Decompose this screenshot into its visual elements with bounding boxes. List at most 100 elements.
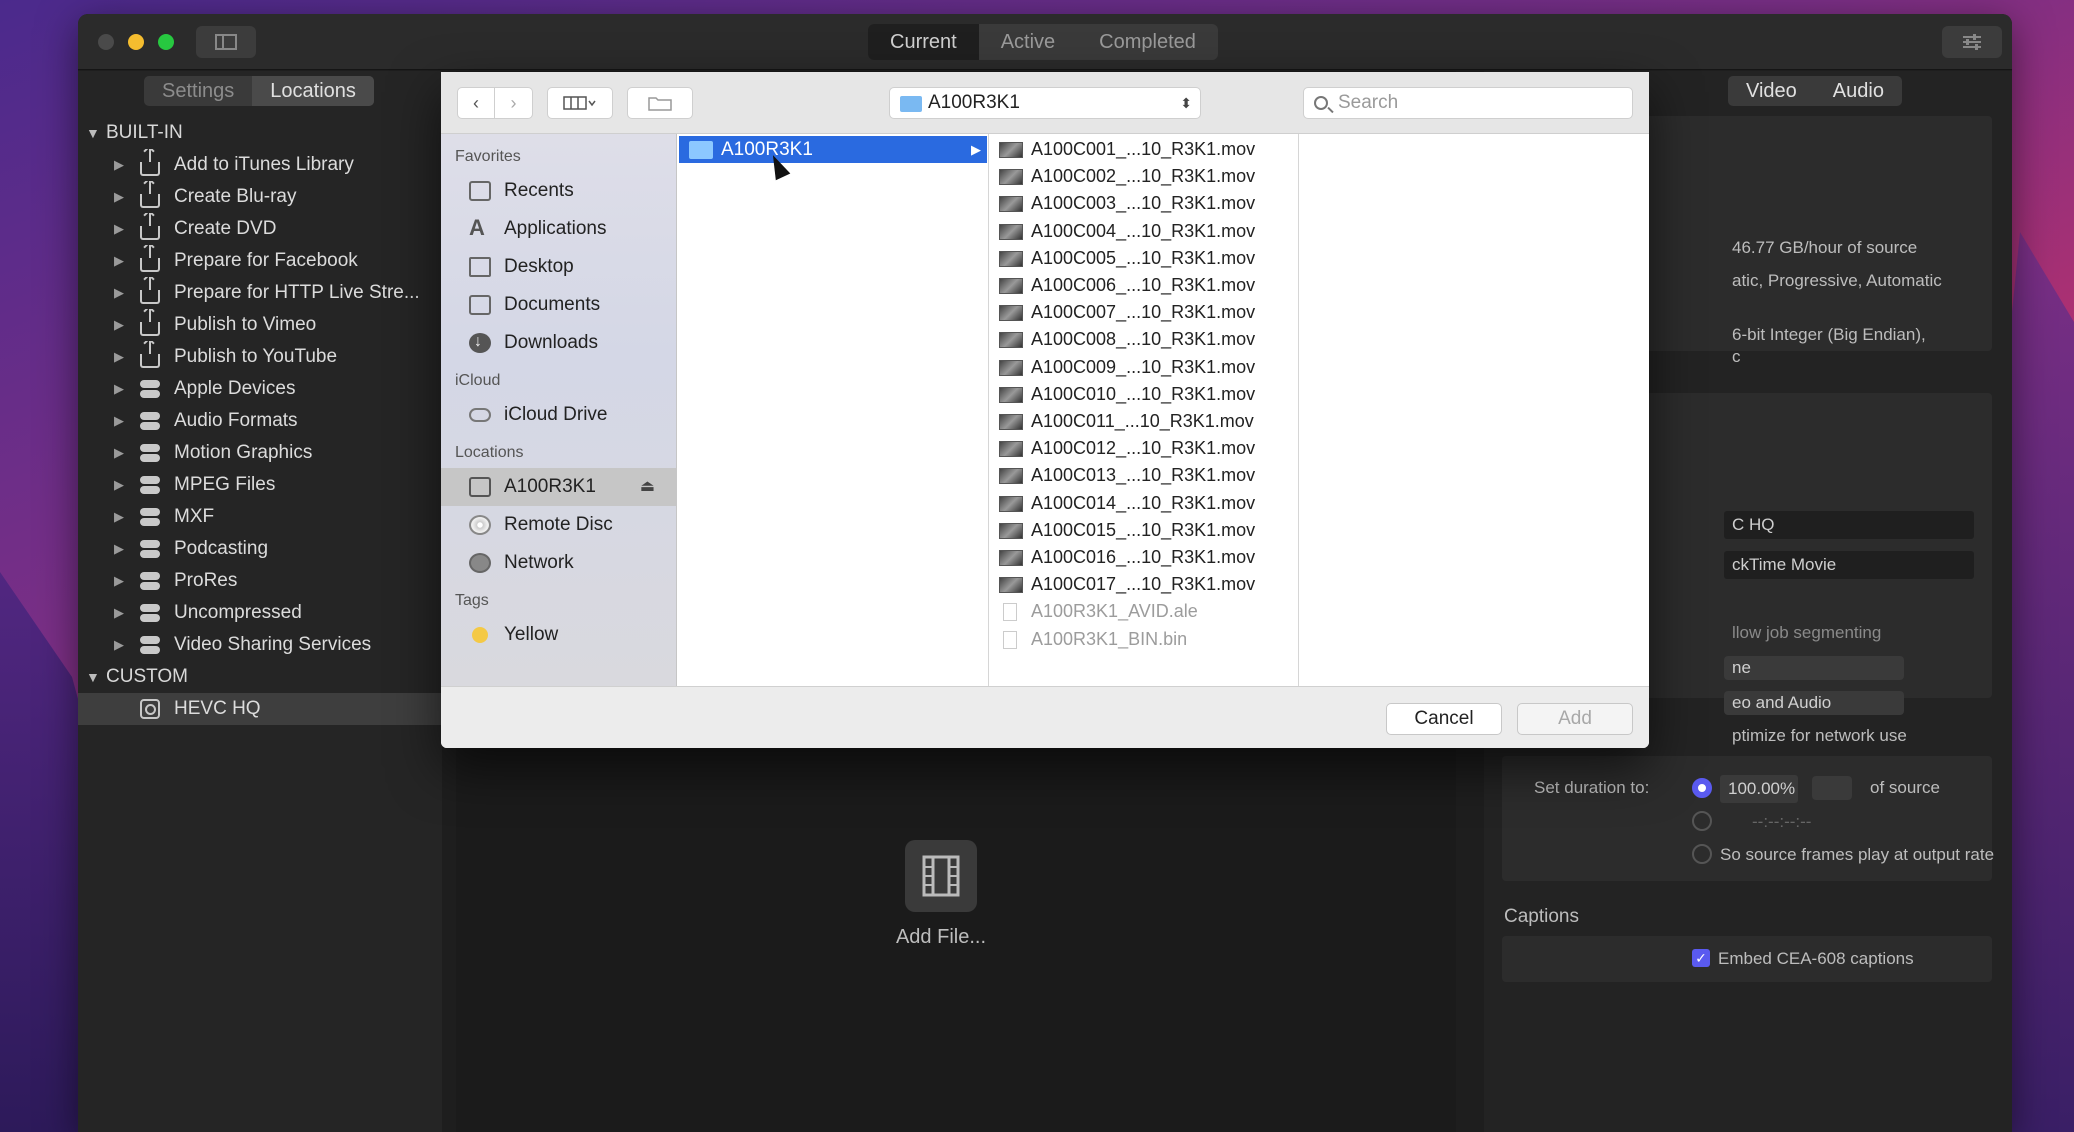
- setting-item[interactable]: ▶ Prepare for Facebook: [78, 245, 442, 277]
- tab-active[interactable]: Active: [979, 24, 1077, 60]
- minimize-window-button[interactable]: [128, 34, 144, 50]
- disclosure-right-icon[interactable]: ▶: [114, 309, 124, 341]
- sidebar-item-a100r3k1[interactable]: A100R3K1 ⏏: [441, 468, 677, 506]
- back-button[interactable]: ‹: [457, 87, 495, 119]
- tab-audio[interactable]: Audio: [1815, 76, 1902, 106]
- file-row[interactable]: A100C008_...10_R3K1.mov: [989, 326, 1299, 353]
- sidebar-item-applications[interactable]: Applications: [441, 209, 677, 248]
- sidebar-item-icloud-drive[interactable]: iCloud Drive: [441, 396, 677, 434]
- setting-item[interactable]: ▶ Create Blu-ray: [78, 181, 442, 213]
- file-name: A100R3K1_AVID.ale: [1031, 601, 1198, 622]
- disclosure-right-icon[interactable]: ▶: [114, 373, 124, 405]
- sidebar-item-documents[interactable]: Documents: [441, 286, 677, 324]
- setting-item[interactable]: ▶ Motion Graphics: [78, 437, 442, 469]
- file-row[interactable]: A100C014_...10_R3K1.mov: [989, 490, 1299, 517]
- setting-item[interactable]: ▶ Video Sharing Services: [78, 629, 442, 661]
- file-row[interactable]: A100C005_...10_R3K1.mov: [989, 245, 1299, 272]
- eject-icon[interactable]: ⏏: [640, 468, 655, 506]
- forward-button[interactable]: ›: [495, 87, 533, 119]
- sidebar-item-network[interactable]: Network: [441, 544, 677, 582]
- setting-item[interactable]: ▶ Prepare for HTTP Live Stre...: [78, 277, 442, 309]
- duration-timecode-radio[interactable]: [1692, 811, 1712, 831]
- disclosure-right-icon[interactable]: ▶: [114, 565, 124, 597]
- disclosure-right-icon[interactable]: ▶: [114, 245, 124, 277]
- file-row[interactable]: A100C001_...10_R3K1.mov: [989, 136, 1299, 163]
- tab-settings[interactable]: Settings: [144, 76, 252, 106]
- file-row[interactable]: A100C002_...10_R3K1.mov: [989, 163, 1299, 190]
- disclosure-right-icon[interactable]: ▶: [114, 277, 124, 309]
- sidebar-item-recents[interactable]: Recents: [441, 172, 677, 210]
- search-input[interactable]: Search: [1303, 87, 1633, 119]
- setting-item[interactable]: ▶ Create DVD: [78, 213, 442, 245]
- new-folder-button[interactable]: [627, 87, 693, 119]
- tab-video[interactable]: Video: [1728, 76, 1815, 106]
- file-row[interactable]: A100C017_...10_R3K1.mov: [989, 571, 1299, 598]
- disclosure-right-icon[interactable]: ▶: [114, 501, 124, 533]
- duration-percent-radio[interactable]: [1692, 778, 1712, 798]
- sidebar-item-remote-disc[interactable]: Remote Disc: [441, 506, 677, 544]
- file-row[interactable]: A100C016_...10_R3K1.mov: [989, 544, 1299, 571]
- setting-item[interactable]: ▶ Uncompressed: [78, 597, 442, 629]
- source-frames-radio[interactable]: [1692, 844, 1712, 864]
- setting-item[interactable]: HEVC HQ: [78, 693, 442, 725]
- disclosure-right-icon[interactable]: ▶: [114, 341, 124, 373]
- tab-locations[interactable]: Locations: [252, 76, 374, 106]
- disclosure-right-icon[interactable]: ▶: [114, 629, 124, 661]
- zoom-window-button[interactable]: [158, 34, 174, 50]
- setting-item[interactable]: ▶ Podcasting: [78, 533, 442, 565]
- disclosure-right-icon[interactable]: ▶: [114, 469, 124, 501]
- sidebar-item-downloads[interactable]: Downloads: [441, 323, 677, 362]
- group-built-in[interactable]: ▼ BUILT-IN: [78, 117, 442, 149]
- setting-item[interactable]: ▶ Apple Devices: [78, 373, 442, 405]
- cancel-button[interactable]: Cancel: [1386, 703, 1502, 735]
- disclosure-right-icon[interactable]: ▶: [114, 437, 124, 469]
- disclosure-right-icon[interactable]: ▶: [114, 597, 124, 629]
- sidebar-item-desktop[interactable]: Desktop: [441, 248, 677, 286]
- inspector-toggle-button[interactable]: [1942, 26, 2002, 58]
- setting-name-field[interactable]: C HQ: [1724, 511, 1974, 539]
- file-row[interactable]: A100C010_...10_R3K1.mov: [989, 381, 1299, 408]
- tab-current[interactable]: Current: [868, 24, 979, 60]
- setting-item[interactable]: ▶ Publish to YouTube: [78, 341, 442, 373]
- setting-item[interactable]: ▶ Publish to Vimeo: [78, 309, 442, 341]
- sidebar-toggle-button[interactable]: [196, 26, 256, 58]
- setting-item[interactable]: ▶ Audio Formats: [78, 405, 442, 437]
- close-window-button[interactable]: [98, 34, 114, 50]
- folder-row-selected[interactable]: A100R3K1 ▶: [679, 136, 987, 163]
- embed-captions-checkbox[interactable]: ✓: [1692, 949, 1710, 967]
- file-row[interactable]: A100C003_...10_R3K1.mov: [989, 190, 1299, 217]
- setting-item-label: ProRes: [174, 570, 238, 591]
- file-row[interactable]: A100C006_...10_R3K1.mov: [989, 272, 1299, 299]
- view-mode-button[interactable]: [547, 87, 613, 119]
- disclosure-right-icon[interactable]: ▶: [114, 181, 124, 213]
- file-row[interactable]: A100C004_...10_R3K1.mov: [989, 218, 1299, 245]
- file-row[interactable]: A100C012_...10_R3K1.mov: [989, 435, 1299, 462]
- disclosure-right-icon[interactable]: ▶: [114, 405, 124, 437]
- timecode-field[interactable]: --:--:--:--: [1752, 812, 1811, 832]
- first-popup[interactable]: ne: [1724, 656, 1904, 680]
- duration-percent-field[interactable]: 100.00%: [1720, 775, 1798, 803]
- disclosure-right-icon[interactable]: ▶: [114, 213, 124, 245]
- file-row[interactable]: A100C015_...10_R3K1.mov: [989, 517, 1299, 544]
- tab-completed[interactable]: Completed: [1077, 24, 1218, 60]
- setting-item[interactable]: ▶ Add to iTunes Library: [78, 149, 442, 181]
- sidebar-item-yellow[interactable]: Yellow: [441, 616, 677, 654]
- add-file-area[interactable]: Add File...: [816, 840, 1066, 949]
- duration-unit-popup[interactable]: [1812, 776, 1852, 800]
- setting-item[interactable]: ▶ ProRes: [78, 565, 442, 597]
- path-popup[interactable]: A100R3K1 ⬍: [889, 87, 1201, 119]
- format-field[interactable]: ckTime Movie: [1724, 551, 1974, 579]
- file-row[interactable]: A100C009_...10_R3K1.mov: [989, 354, 1299, 381]
- video-thumbnail-icon: [999, 468, 1023, 485]
- setting-item[interactable]: ▶ MPEG Files: [78, 469, 442, 501]
- group-custom[interactable]: ▼ CUSTOM: [78, 661, 442, 693]
- disclosure-right-icon[interactable]: ▶: [114, 533, 124, 565]
- title-bar: Current Active Completed: [78, 14, 2012, 70]
- add-button[interactable]: Add: [1517, 703, 1633, 735]
- file-row[interactable]: A100C013_...10_R3K1.mov: [989, 462, 1299, 489]
- setting-item[interactable]: ▶ MXF: [78, 501, 442, 533]
- file-row[interactable]: A100C007_...10_R3K1.mov: [989, 299, 1299, 326]
- second-popup[interactable]: eo and Audio: [1724, 691, 1904, 715]
- file-row[interactable]: A100C011_...10_R3K1.mov: [989, 408, 1299, 435]
- disclosure-right-icon[interactable]: ▶: [114, 149, 124, 181]
